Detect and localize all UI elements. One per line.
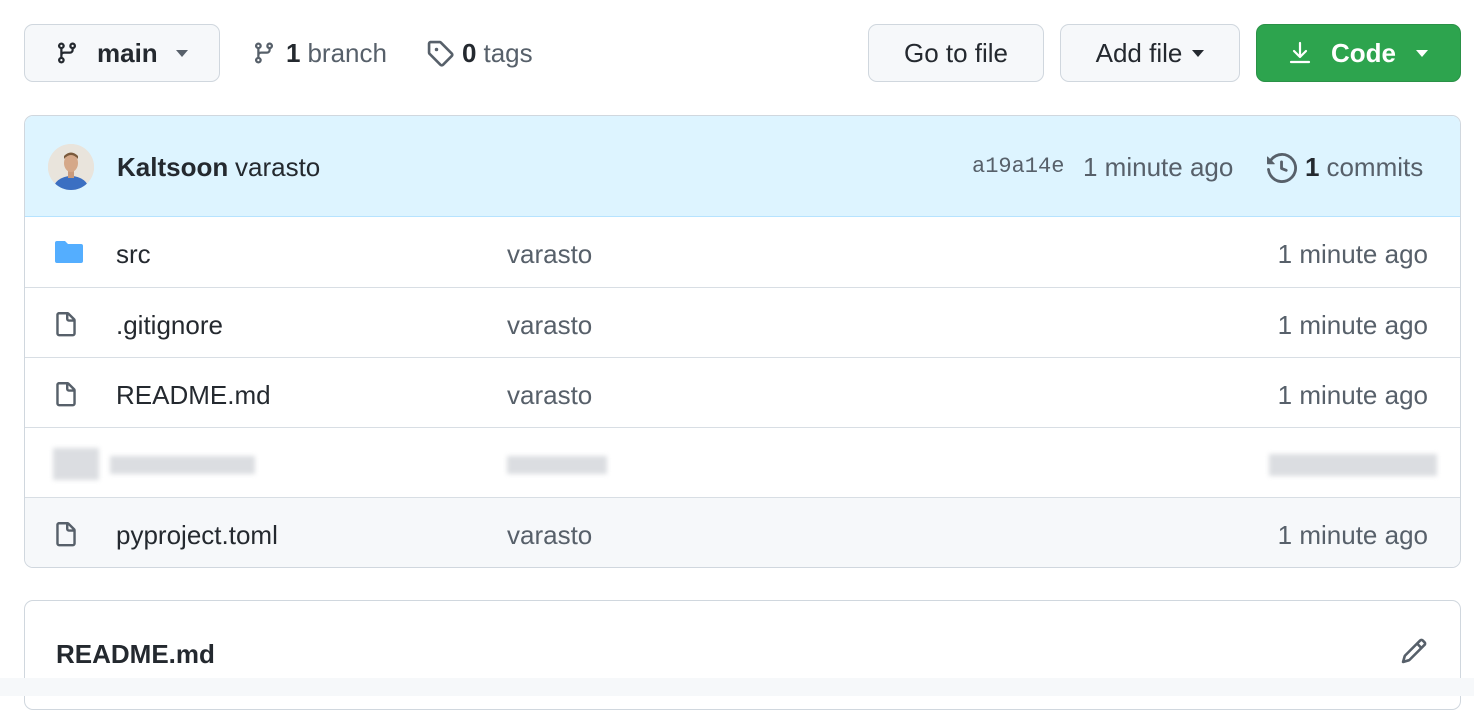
commit-time: 1 minute ago (1083, 152, 1234, 182)
git-branch-icon (254, 42, 273, 64)
commit-sha[interactable]: a19a14e (972, 154, 1064, 179)
page-bottom-edge (0, 678, 1474, 696)
file-listing: Kaltsoon varasto a19a14e 1 minute ago 1 … (24, 115, 1461, 568)
pencil-icon[interactable] (1400, 637, 1428, 665)
go-to-file-label: Go to file (903, 37, 1009, 68)
file-commit-message[interactable]: varasto (507, 239, 592, 270)
file-name[interactable]: README.md (116, 380, 271, 411)
file-commit-time: 1 minute ago (1277, 520, 1428, 550)
commits-link[interactable]: 1 commits (1267, 152, 1423, 183)
file-commit-message[interactable]: varasto (507, 310, 592, 341)
avatar[interactable] (48, 144, 94, 190)
file-name[interactable]: pyproject.toml (116, 520, 278, 551)
avatar-image (48, 144, 94, 190)
code-button[interactable]: Code (1256, 24, 1461, 82)
tag-count: 0 (462, 37, 477, 68)
file-commit-message[interactable]: varasto (507, 520, 592, 551)
go-to-file-button[interactable]: Go to file (868, 24, 1044, 82)
commit-message[interactable]: varasto (235, 152, 320, 183)
branch-name: main (97, 37, 158, 68)
file-commit-time: 1 minute ago (1277, 239, 1428, 269)
folder-icon (55, 241, 83, 263)
file-commit-time: 1 minute ago (1277, 310, 1428, 340)
file-row-redacted[interactable] (25, 427, 1460, 497)
chevron-down-icon (175, 49, 188, 57)
history-icon (1267, 152, 1297, 183)
add-file-label: Add file (1095, 37, 1183, 68)
commit-author[interactable]: Kaltsoon (117, 152, 228, 183)
redacted-file-name (110, 456, 255, 474)
file-row[interactable]: .gitignore varasto 1 minute ago (25, 287, 1460, 357)
branch-count: 1 (286, 37, 301, 68)
readme-title: README.md (56, 639, 215, 669)
add-file-button[interactable]: Add file (1060, 24, 1240, 82)
tags-link[interactable]: 0 tags (426, 36, 533, 70)
tag-label: tags (483, 37, 533, 68)
file-icon (56, 522, 76, 547)
commit-count: 1 (1305, 152, 1320, 182)
branches-link[interactable]: 1 branch (252, 36, 387, 70)
file-icon (56, 382, 76, 407)
branch-select-button[interactable]: main (24, 24, 220, 82)
file-row[interactable]: pyproject.toml varasto 1 minute ago (25, 497, 1460, 567)
redacted-icon (53, 448, 99, 480)
file-icon (56, 312, 76, 337)
file-commit-message[interactable]: varasto (507, 380, 592, 411)
download-icon (1289, 41, 1311, 64)
file-name[interactable]: src (116, 239, 151, 270)
redacted-commit-time (1269, 454, 1437, 476)
file-name[interactable]: .gitignore (116, 310, 223, 341)
code-label: Code (1331, 37, 1396, 68)
file-row[interactable]: README.md varasto 1 minute ago (25, 357, 1460, 427)
redacted-commit-message (507, 456, 607, 474)
chevron-down-icon (1416, 49, 1428, 57)
commit-count-label: commits (1326, 152, 1424, 182)
latest-commit-bar: Kaltsoon varasto a19a14e 1 minute ago 1 … (25, 116, 1460, 217)
file-row[interactable]: src varasto 1 minute ago (25, 217, 1460, 287)
file-commit-time: 1 minute ago (1277, 380, 1428, 410)
chevron-down-icon (1192, 49, 1205, 57)
branch-label: branch (307, 37, 387, 68)
tag-icon (427, 40, 454, 67)
git-branch-icon (57, 42, 76, 64)
